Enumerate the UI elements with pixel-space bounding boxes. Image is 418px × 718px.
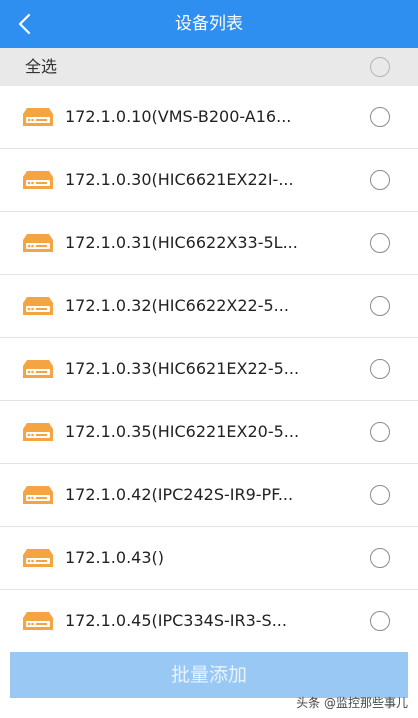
device-name: 172.1.0.30(HIC6621EX22I-... <box>65 170 294 189</box>
nvr-device-icon <box>23 234 53 252</box>
device-name: 172.1.0.42(IPC242S-IR9-PF... <box>65 485 294 504</box>
batch-add-button[interactable]: 批量添加 <box>10 652 408 698</box>
page-title: 设备列表 <box>175 14 243 34</box>
nvr-device-icon <box>23 612 53 630</box>
header-bar: 设备列表 <box>0 0 418 48</box>
device-radio[interactable] <box>370 422 390 442</box>
device-row[interactable]: 172.1.0.10(VMS-B200-A16... <box>0 86 418 149</box>
device-name: 172.1.0.32(HIC6622X22-5... <box>65 296 289 315</box>
device-row[interactable]: 172.1.0.32(HIC6622X22-5... <box>0 275 418 338</box>
nvr-device-icon <box>23 486 53 504</box>
device-radio[interactable] <box>370 296 390 316</box>
nvr-device-icon <box>23 423 53 441</box>
device-radio[interactable] <box>370 548 390 568</box>
footer-bar: 批量添加 头条 @监控那些事儿 <box>0 650 418 718</box>
device-name: 172.1.0.33(HIC6621EX22-5... <box>65 359 300 378</box>
device-name: 172.1.0.43() <box>65 548 164 567</box>
device-name: 172.1.0.31(HIC6622X33-5L... <box>65 233 298 252</box>
device-row[interactable]: 172.1.0.33(HIC6621EX22-5... <box>0 338 418 401</box>
device-row[interactable]: 172.1.0.30(HIC6621EX22I-... <box>0 149 418 212</box>
nvr-device-icon <box>23 549 53 567</box>
nvr-device-icon <box>23 171 53 189</box>
device-radio[interactable] <box>370 107 390 127</box>
select-all-row[interactable]: 全选 <box>0 48 418 86</box>
device-row[interactable]: 172.1.0.45(IPC334S-IR3-S... <box>0 590 418 653</box>
device-radio[interactable] <box>370 233 390 253</box>
nvr-device-icon <box>23 108 53 126</box>
device-row[interactable]: 172.1.0.42(IPC242S-IR9-PF... <box>0 464 418 527</box>
device-name: 172.1.0.10(VMS-B200-A16... <box>65 107 292 126</box>
device-radio[interactable] <box>370 170 390 190</box>
device-radio[interactable] <box>370 611 390 631</box>
select-all-label: 全选 <box>25 57 58 76</box>
nvr-device-icon <box>23 360 53 378</box>
device-row[interactable]: 172.1.0.31(HIC6622X33-5L... <box>0 212 418 275</box>
device-row[interactable]: 172.1.0.43() <box>0 527 418 590</box>
nvr-device-icon <box>23 297 53 315</box>
device-radio[interactable] <box>370 485 390 505</box>
device-radio[interactable] <box>370 359 390 379</box>
watermark-text: 头条 @监控那些事儿 <box>296 696 408 710</box>
device-name: 172.1.0.35(HIC6221EX20-5... <box>65 422 300 441</box>
device-row[interactable]: 172.1.0.35(HIC6221EX20-5... <box>0 401 418 464</box>
select-all-radio[interactable] <box>370 57 390 77</box>
device-name: 172.1.0.45(IPC334S-IR3-S... <box>65 611 287 630</box>
